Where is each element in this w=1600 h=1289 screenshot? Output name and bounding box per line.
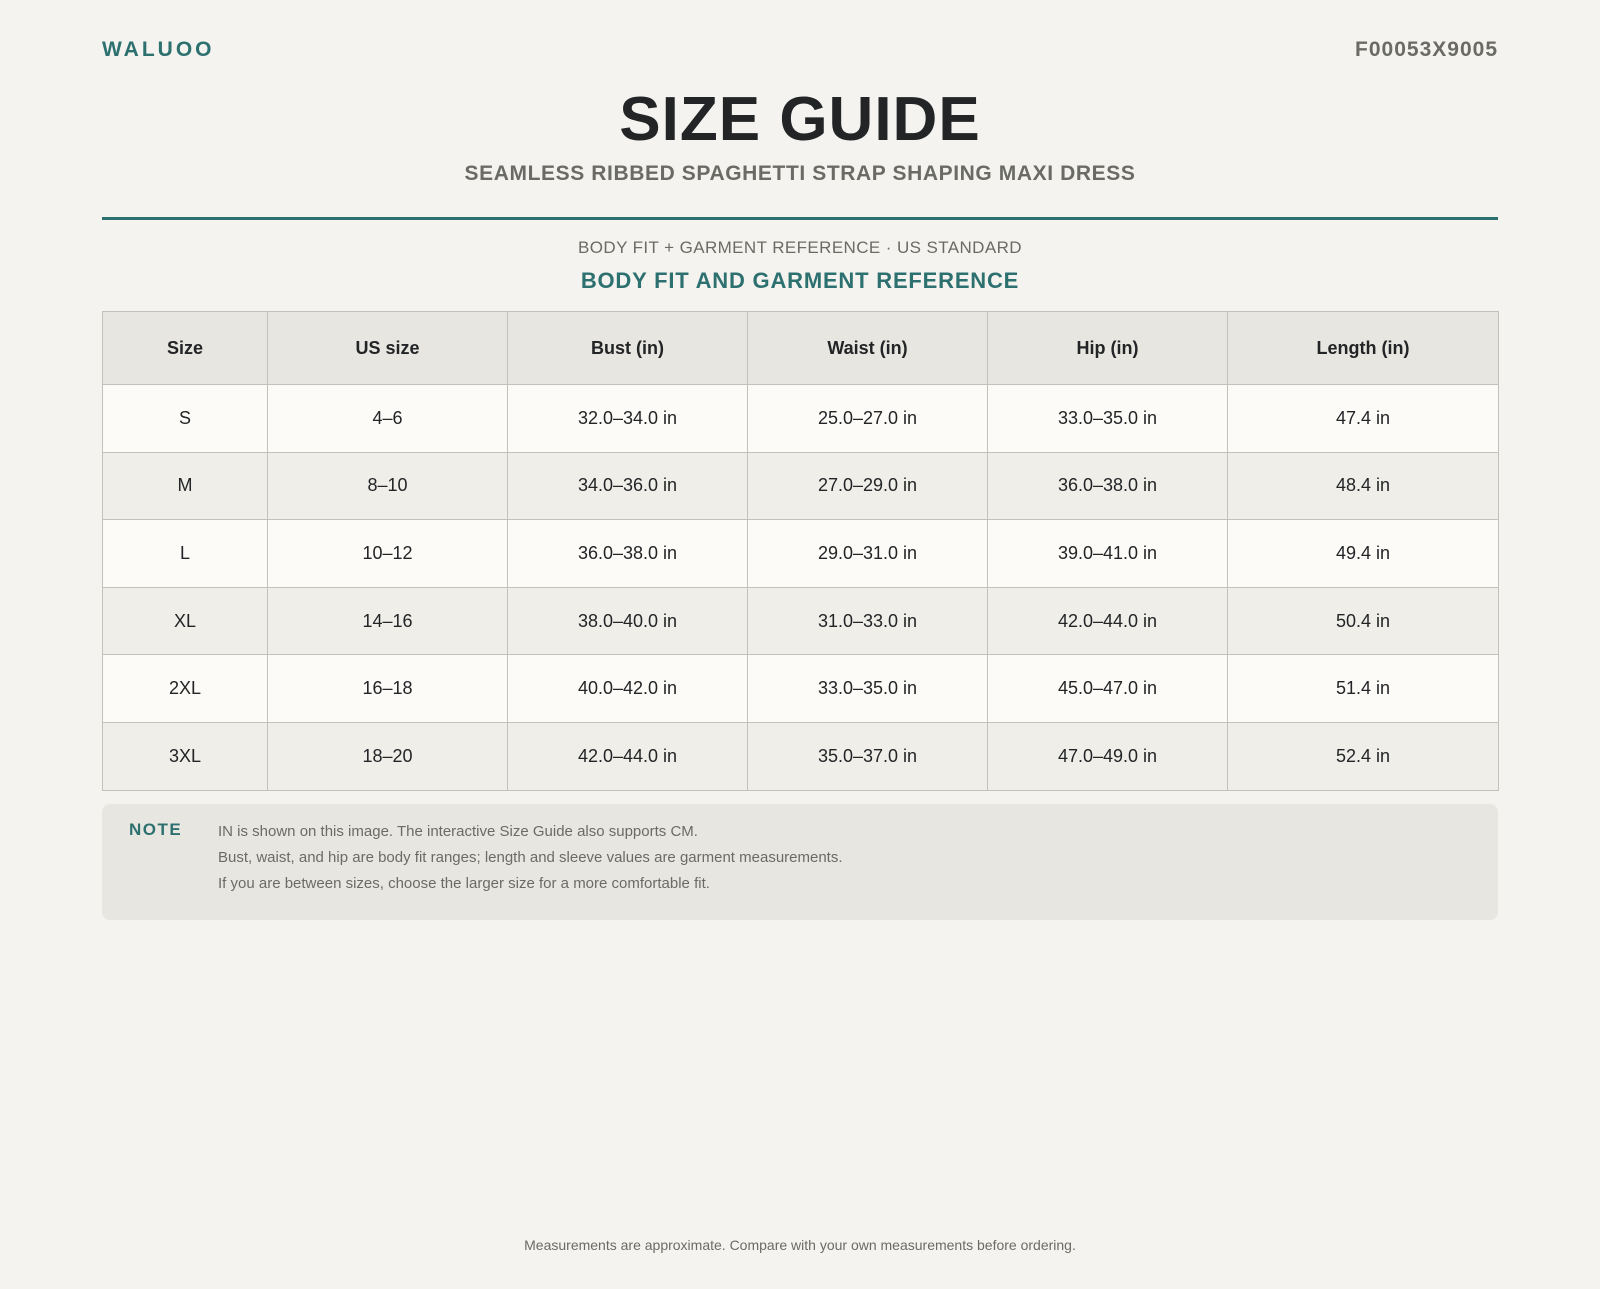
table-header-row: Size US size Bust (in) Waist (in) Hip (i… [102,311,1499,385]
cell-waist: 35.0–37.0 in [747,721,988,791]
cell-hip: 45.0–47.0 in [987,654,1228,723]
cell-us-size: 16–18 [267,654,508,723]
cell-length: 50.4 in [1227,586,1499,656]
table-row: S 4–6 32.0–34.0 in 25.0–27.0 in 33.0–35.… [102,384,1499,453]
cell-size: S [102,384,268,453]
cell-hip: 33.0–35.0 in [987,384,1228,453]
note-line: IN is shown on this image. The interacti… [218,823,698,840]
cell-size: 3XL [102,721,268,791]
cell-us-size: 4–6 [267,384,508,453]
cell-us-size: 14–16 [267,586,508,656]
product-sku: F00053X9005 [1355,38,1498,61]
cell-bust: 42.0–44.0 in [507,721,748,791]
cell-length: 48.4 in [1227,451,1499,521]
cell-waist: 33.0–35.0 in [747,654,988,723]
cell-length: 47.4 in [1227,384,1499,453]
cell-bust: 36.0–38.0 in [507,519,748,588]
cell-us-size: 18–20 [267,721,508,791]
product-name: SEAMLESS RIBBED SPAGHETTI STRAP SHAPING … [464,162,1136,185]
note-text: IN is shown on this image. The interacti… [218,819,843,897]
note-line: If you are between sizes, choose the lar… [218,875,710,892]
cell-bust: 32.0–34.0 in [507,384,748,453]
cell-size: 2XL [102,654,268,723]
size-guide-page: WALUOO F00053X9005 SIZE GUIDE SEAMLESS R… [0,0,1600,1289]
cell-size: M [102,451,268,521]
column-header-hip: Hip (in) [987,311,1228,385]
cell-hip: 47.0–49.0 in [987,721,1228,791]
cell-us-size: 10–12 [267,519,508,588]
cell-hip: 42.0–44.0 in [987,586,1228,656]
column-header-us-size: US size [267,311,508,385]
brand-logo: WALUOO [102,38,215,61]
cell-bust: 34.0–36.0 in [507,451,748,521]
divider [102,217,1498,220]
cell-us-size: 8–10 [267,451,508,521]
cell-length: 49.4 in [1227,519,1499,588]
column-header-waist: Waist (in) [747,311,988,385]
footer-disclaimer: Measurements are approximate. Compare wi… [524,1237,1076,1253]
cell-waist: 31.0–33.0 in [747,586,988,656]
size-table: Size US size Bust (in) Waist (in) Hip (i… [102,311,1499,791]
cell-hip: 39.0–41.0 in [987,519,1228,588]
note-label: NOTE [129,820,183,839]
column-header-size: Size [102,311,268,385]
cell-size: L [102,519,268,588]
top-bar: WALUOO F00053X9005 [102,38,1498,62]
cell-hip: 36.0–38.0 in [987,451,1228,521]
section-meta: BODY FIT + GARMENT REFERENCE · US STANDA… [578,238,1022,257]
cell-bust: 38.0–40.0 in [507,586,748,656]
cell-size: XL [102,586,268,656]
table-row: XL 14–16 38.0–40.0 in 31.0–33.0 in 42.0–… [102,586,1499,656]
note-box: NOTE IN is shown on this image. The inte… [102,804,1498,920]
cell-length: 51.4 in [1227,654,1499,723]
column-header-length: Length (in) [1227,311,1499,385]
table-row: 2XL 16–18 40.0–42.0 in 33.0–35.0 in 45.0… [102,654,1499,723]
section-title: BODY FIT AND GARMENT REFERENCE [580,268,1020,293]
cell-waist: 25.0–27.0 in [747,384,988,453]
cell-length: 52.4 in [1227,721,1499,791]
cell-waist: 29.0–31.0 in [747,519,988,588]
table-row: L 10–12 36.0–38.0 in 29.0–31.0 in 39.0–4… [102,519,1499,588]
note-line: Bust, waist, and hip are body fit ranges… [218,849,843,866]
cell-waist: 27.0–29.0 in [747,451,988,521]
table-row: M 8–10 34.0–36.0 in 27.0–29.0 in 36.0–38… [102,451,1499,521]
cell-bust: 40.0–42.0 in [507,654,748,723]
page-title: SIZE GUIDE [619,85,981,154]
column-header-bust: Bust (in) [507,311,748,385]
table-row: 3XL 18–20 42.0–44.0 in 35.0–37.0 in 47.0… [102,721,1499,791]
